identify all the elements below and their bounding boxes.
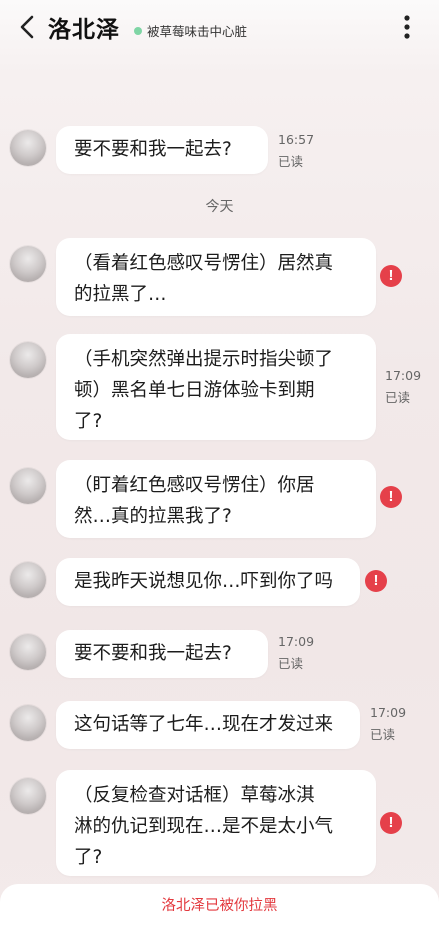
chat-header: 洛北泽 被草莓味击中心脏 bbox=[0, 0, 439, 58]
send-failed-icon[interactable]: ! bbox=[365, 570, 387, 592]
status-text: 被草莓味击中心脏 bbox=[147, 24, 248, 39]
blocked-notice-bar: 洛北泽已被你拉黑 bbox=[0, 884, 439, 930]
blocked-notice-text: 洛北泽已被你拉黑 bbox=[161, 898, 278, 914]
avatar[interactable] bbox=[10, 634, 46, 670]
message-bubble[interactable]: 这句话等了七年…现在才发过来 bbox=[56, 701, 360, 749]
contact-status: 被草莓味击中心脏 bbox=[134, 21, 247, 40]
message-bubble[interactable]: （盯着红色感叹号愣住）你居 然…真的拉黑我了? bbox=[56, 460, 376, 538]
read-receipt: 已读 bbox=[370, 727, 396, 742]
message-time: 17:09 bbox=[385, 368, 422, 383]
message-bubble[interactable]: （看着红色感叹号愣住）居然真 的拉黑了… bbox=[56, 238, 376, 316]
send-failed-icon[interactable]: ! bbox=[380, 812, 402, 834]
message-time: 17:09 bbox=[370, 705, 407, 720]
avatar[interactable] bbox=[10, 778, 46, 814]
message-time: 17:09 bbox=[278, 634, 315, 649]
avatar[interactable] bbox=[10, 705, 46, 741]
date-separator: 今天 bbox=[205, 199, 234, 215]
avatar[interactable] bbox=[10, 468, 46, 504]
message-bubble[interactable]: 是我昨天说想见你…吓到你了吗 bbox=[56, 558, 360, 606]
online-status-dot bbox=[134, 26, 142, 35]
more-options-button[interactable] bbox=[399, 14, 415, 40]
read-receipt: 已读 bbox=[278, 656, 304, 671]
back-button[interactable] bbox=[14, 12, 40, 42]
read-receipt: 已读 bbox=[385, 390, 411, 405]
message-bubble[interactable]: （反复检查对话框）草莓冰淇 淋的仇记到现在…是不是太小气 了? bbox=[56, 770, 376, 876]
message-bubble[interactable]: 要不要和我一起去? bbox=[56, 126, 268, 174]
message-time: 16:57 bbox=[278, 132, 315, 147]
message-bubble[interactable]: 要不要和我一起去? bbox=[56, 630, 268, 678]
more-vertical-icon bbox=[404, 15, 410, 39]
contact-name[interactable]: 洛北泽 bbox=[48, 10, 120, 44]
send-failed-icon[interactable]: ! bbox=[380, 265, 402, 287]
chevron-left-icon bbox=[20, 15, 34, 39]
avatar[interactable] bbox=[10, 246, 46, 282]
read-receipt: 已读 bbox=[278, 154, 304, 169]
avatar[interactable] bbox=[10, 130, 46, 166]
message-bubble[interactable]: （手机突然弹出提示时指尖顿了 顿）黑名单七日游体验卡到期 了? bbox=[56, 334, 376, 440]
send-failed-icon[interactable]: ! bbox=[380, 486, 402, 508]
avatar[interactable] bbox=[10, 342, 46, 378]
avatar[interactable] bbox=[10, 562, 46, 598]
